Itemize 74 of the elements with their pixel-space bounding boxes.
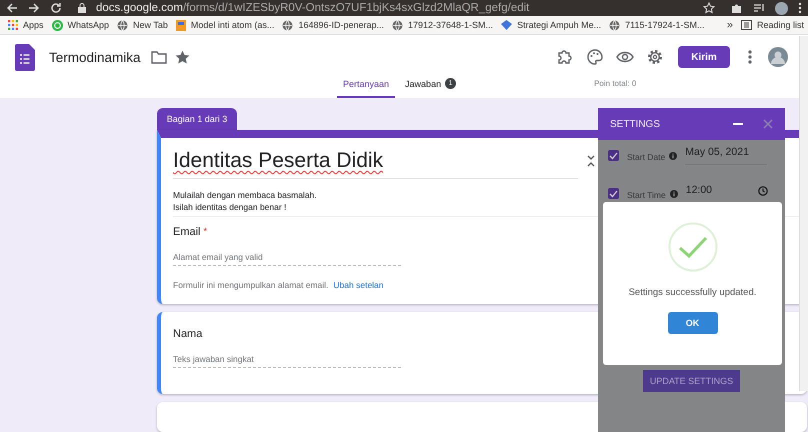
globe-icon [282, 20, 294, 31]
back-icon[interactable] [6, 2, 18, 14]
chat-icon [52, 20, 63, 31]
description-line: Isilah identitas dengan benar ! [173, 201, 286, 213]
bookmark-item[interactable]: 164896-ID-penerap... [282, 20, 384, 31]
checkbox[interactable] [608, 188, 619, 199]
bookmark-label: 7115-17924-1-SM... [625, 20, 704, 30]
update-settings-button[interactable]: UPDATE SETTINGS [643, 370, 740, 392]
palette-icon[interactable] [586, 48, 604, 66]
info-icon [670, 190, 678, 198]
folder-icon[interactable] [150, 50, 167, 64]
panel-title: SETTINGS [610, 118, 660, 130]
bookmark-item[interactable]: Strategi Ampuh Me... [501, 20, 602, 30]
list-icon [740, 20, 752, 30]
send-button[interactable]: Kirim [678, 46, 730, 68]
question-label: Email [173, 226, 201, 238]
required-mark: * [204, 226, 208, 238]
bookmark-label: Apps [23, 20, 44, 30]
reload-icon[interactable] [50, 2, 62, 14]
collapse-icon[interactable] [587, 155, 595, 167]
avatar-icon[interactable] [768, 47, 788, 68]
setting-label: Start Time [627, 190, 666, 200]
bookmark-item[interactable]: Model inti atom (as... [176, 20, 274, 31]
apps-grid-icon [8, 20, 18, 30]
globe-icon [609, 20, 620, 31]
bookmark-item[interactable]: Apps [8, 20, 44, 30]
minimize-icon[interactable] [733, 122, 743, 126]
settings-link[interactable]: Ubah setelan [333, 280, 384, 290]
form-title[interactable]: Termodinamika [49, 50, 141, 65]
bookmark-item[interactable]: 7115-17924-1-SM... [609, 20, 704, 31]
star-icon[interactable] [703, 2, 715, 14]
bookmark-label: New Tab [133, 20, 168, 30]
bookmark-label: 17912-37648-1-SM... [408, 20, 494, 30]
globe-icon [392, 20, 403, 31]
more-icon[interactable] [798, 2, 802, 14]
url-text[interactable]: docs.google.com/forms/d/1wIZESbyR0V-OntszO7UF1bjKs4sxGlzd2MlaQR_gefg/edit [96, 2, 693, 14]
setting-label: Start Date [627, 152, 666, 162]
profile-avatar[interactable] [775, 2, 788, 15]
input-field[interactable]: Teks jawaban singkat [173, 340, 401, 368]
bookmark-label: Strategi Ampuh Me... [517, 20, 602, 30]
bookmark-item[interactable]: 17912-37648-1-SM... [392, 20, 494, 31]
more-icon[interactable] [748, 49, 752, 66]
scrollbar[interactable] [799, 36, 808, 391]
clock-icon [758, 186, 768, 196]
star-icon[interactable] [174, 50, 190, 65]
forward-icon[interactable] [28, 2, 40, 14]
diamond-icon [501, 20, 512, 30]
playlist-icon[interactable] [753, 2, 765, 14]
document-icon [176, 20, 186, 31]
settings-icon[interactable] [646, 48, 664, 66]
bookmark-label: Model inti atom (as... [190, 20, 274, 30]
question-label: Nama [173, 328, 202, 340]
more-bookmarks-button[interactable]: » [726, 19, 733, 32]
checkbox[interactable] [608, 150, 619, 161]
lock-icon [78, 3, 86, 14]
bookmark-label: 164896-ID-penerap... [298, 20, 384, 30]
forms-logo-icon[interactable] [15, 44, 35, 71]
globe-icon [117, 20, 128, 31]
input-field[interactable]: Alamat email yang valid [173, 238, 401, 266]
check-circle-icon [668, 222, 718, 272]
bookmark-item[interactable]: WhatsApp [52, 20, 110, 31]
bookmark-item[interactable]: New Tab [117, 20, 168, 31]
setting-value-field[interactable]: May 05, 2021 [685, 146, 768, 165]
description-line: Mulailah dengan membaca basmalah. [173, 189, 317, 201]
points-total: Poin total: 0 [594, 79, 636, 88]
setting-value-field[interactable]: 12:00 [686, 184, 768, 202]
dialog-message: Settings successfully updated. [628, 286, 758, 299]
reading-list-button[interactable]: Reading list [740, 20, 804, 30]
info-icon [669, 152, 678, 160]
bookmark-label: WhatsApp [68, 20, 110, 30]
tab[interactable]: Pertanyaan [337, 79, 396, 98]
ok-button[interactable]: OK [668, 312, 718, 334]
note-text: Formulir ini mengumpulkan alamat email. [173, 280, 328, 290]
form-heading[interactable]: Identitas Peserta Didik [173, 149, 578, 179]
